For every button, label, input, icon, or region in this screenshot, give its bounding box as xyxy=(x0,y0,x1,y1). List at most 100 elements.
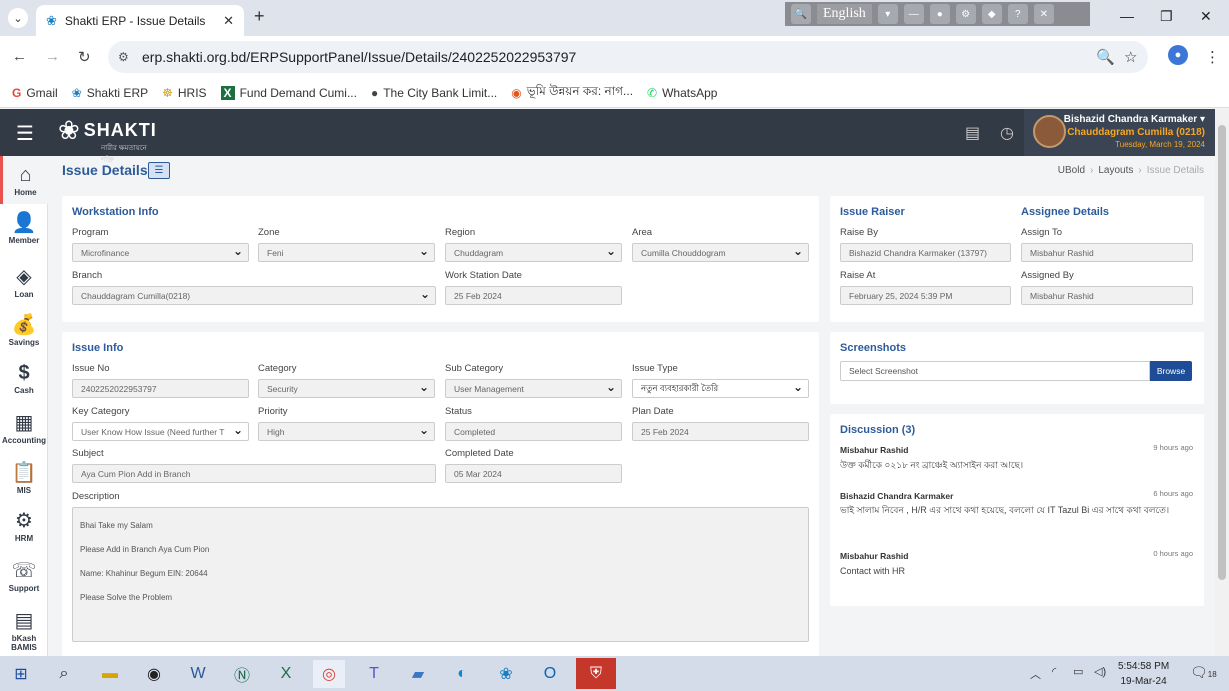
reload-icon[interactable]: ↻ xyxy=(78,48,91,66)
close-window-icon[interactable]: ✕ xyxy=(1200,8,1212,25)
help-icon[interactable]: ? xyxy=(1007,4,1028,24)
work-station-date-field[interactable]: 25 Feb 2024 xyxy=(445,286,622,305)
language-selector[interactable]: English xyxy=(817,4,872,24)
assign-to-field[interactable]: Misbahur Rashid xyxy=(1021,243,1193,262)
url-field[interactable]: ⚙ erp.shakti.org.bd/ERPSupportPanel/Issu… xyxy=(108,41,1148,73)
bookmark-hris[interactable]: ☸ HRIS xyxy=(162,86,206,100)
excel-taskbar-icon[interactable]: X xyxy=(270,660,302,688)
issue-no-field[interactable]: 2402252022953797 xyxy=(72,379,249,398)
shakti-taskbar-icon[interactable]: ❀ xyxy=(490,660,522,688)
notification-icon[interactable]: 🗨18 xyxy=(1190,664,1217,681)
file-explorer-icon[interactable]: ▬ xyxy=(94,660,126,688)
mouse-icon[interactable]: ● xyxy=(929,4,950,24)
branch-select[interactable]: Chauddagram Cumilla(0218) xyxy=(72,286,436,305)
chrome-icon[interactable]: ◎ xyxy=(313,660,345,688)
zoom-icon[interactable]: 🔍 xyxy=(791,4,811,24)
close-tab-icon[interactable]: ✕ xyxy=(223,13,234,29)
breadcrumb-separator: › xyxy=(1138,165,1142,176)
taskbar-clock[interactable]: 5:54:58 PM 19-Mar-24 xyxy=(1118,659,1169,689)
shield-app-icon[interactable]: ⛨ xyxy=(576,658,616,689)
sidebar-item-mis[interactable]: 📋 MIS xyxy=(0,454,48,502)
sidebar-item-savings[interactable]: 💰 Savings xyxy=(0,306,48,354)
sidebar-item-bkash[interactable]: ▤ bKash BAMIS xyxy=(0,606,48,656)
windows-start-icon[interactable]: ⊞ xyxy=(5,660,37,688)
tab-search-icon[interactable]: ⌄ xyxy=(8,8,28,28)
key-category-select[interactable]: User Know How Issue (Need further T xyxy=(72,422,249,441)
program-label: Program xyxy=(72,227,109,238)
list-toggle-button[interactable]: ☰ xyxy=(148,162,170,179)
program-select[interactable]: Microfinance xyxy=(72,243,249,262)
breadcrumb-ubold[interactable]: UBold xyxy=(1058,165,1085,176)
hamburger-menu-icon[interactable]: ☰ xyxy=(16,121,34,146)
bookmark-whatsapp[interactable]: ✆ WhatsApp xyxy=(647,86,717,100)
sidebar-item-hrm[interactable]: ⚙ HRM xyxy=(0,502,48,550)
site-info-icon[interactable]: ⚙ xyxy=(118,50,129,64)
menu-dots-icon[interactable]: ⋮ xyxy=(1205,48,1220,66)
tray-volume-icon[interactable]: ◁) xyxy=(1094,665,1106,678)
new-tab-icon[interactable]: + xyxy=(254,6,265,27)
bookmark-land-tax[interactable]: ◉ ভূমি উন্নয়ন কর: নাগ... xyxy=(511,83,633,103)
clipboard-icon[interactable]: ▤ xyxy=(965,123,980,143)
edge-icon[interactable]: ◐ xyxy=(446,660,478,688)
shield-icon[interactable]: ◆ xyxy=(981,4,1002,24)
branch-label: Branch xyxy=(72,270,103,281)
close-toolbar-icon[interactable]: ✕ xyxy=(1033,4,1054,24)
dropdown-icon[interactable]: ▾ xyxy=(877,4,898,24)
maximize-icon[interactable]: ❐ xyxy=(1160,8,1173,25)
n-app-icon[interactable]: Ⓝ xyxy=(226,660,258,688)
user-menu[interactable]: Bishazid Chandra Karmaker ▾ Chauddagram … xyxy=(1024,109,1215,156)
teams-icon[interactable]: T xyxy=(358,660,390,688)
word-icon[interactable]: W xyxy=(182,660,214,688)
search-icon[interactable]: ⌕ xyxy=(48,660,80,688)
zone-select[interactable]: Feni xyxy=(258,243,435,262)
screenshot-file-input[interactable]: Select Screenshot xyxy=(840,361,1150,381)
breadcrumb-layouts[interactable]: Layouts xyxy=(1098,165,1133,176)
tray-battery-icon[interactable]: ▭ xyxy=(1073,665,1083,678)
bookmark-shakti-erp[interactable]: ❀ Shakti ERP xyxy=(72,86,148,100)
bookmark-fund-demand[interactable]: X Fund Demand Cumi... xyxy=(220,85,357,100)
priority-select[interactable]: High xyxy=(258,422,435,441)
sidebar-item-member[interactable]: 👤 Member xyxy=(0,204,48,252)
scrollbar-thumb[interactable] xyxy=(1218,125,1226,580)
outlook-icon[interactable]: O xyxy=(534,660,566,688)
sidebar-item-support[interactable]: ☏ Support xyxy=(0,552,48,600)
category-select[interactable]: Security xyxy=(258,379,435,398)
completed-date-field[interactable]: 05 Mar 2024 xyxy=(445,464,622,483)
profile-icon[interactable]: ● xyxy=(1168,45,1188,65)
bookmark-star-icon[interactable]: ☆ xyxy=(1124,48,1137,66)
settings-icon[interactable]: ⚙ xyxy=(955,4,976,24)
app-icon[interactable]: ◉ xyxy=(138,660,170,688)
zoom-lens-icon[interactable]: 🔍 xyxy=(1096,48,1115,66)
sidebar-item-loan[interactable]: ◈ Loan xyxy=(0,258,48,306)
back-icon[interactable]: ← xyxy=(12,48,27,65)
raise-by-field[interactable]: Bishazid Chandra Karmaker (13797) xyxy=(840,243,1011,262)
status-field[interactable]: Completed xyxy=(445,422,622,441)
browser-tab[interactable]: ❀ Shakti ERP - Issue Details ✕ xyxy=(36,5,244,36)
region-select[interactable]: Chuddagram xyxy=(445,243,622,262)
description-textarea[interactable]: Bhai Take my Salam Please Add in Branch … xyxy=(72,507,809,642)
bookmark-city-bank[interactable]: ● The City Bank Limit... xyxy=(371,86,497,100)
assigned-by-field[interactable]: Misbahur Rashid xyxy=(1021,286,1193,305)
issue-type-select[interactable]: নতুন ব্যবহারকারী তৈরি xyxy=(632,379,809,398)
sub-category-select[interactable]: User Management xyxy=(445,379,622,398)
raise-at-field[interactable]: February 25, 2024 5:39 PM xyxy=(840,286,1011,305)
sidebar-item-accounting[interactable]: ▦ Accounting xyxy=(0,404,48,452)
workstation-info-title: Workstation Info xyxy=(72,206,159,218)
browse-button[interactable]: Browse xyxy=(1150,361,1192,381)
bookmark-gmail[interactable]: G Gmail xyxy=(12,86,58,100)
shakti-logo[interactable]: ❀ SHAKTI নারীর ক্ষমতায়নে শক্তি xyxy=(58,115,157,164)
minus-icon[interactable]: — xyxy=(903,4,924,24)
tray-chevron-icon[interactable]: ︿ xyxy=(1030,666,1041,682)
clock-icon[interactable]: ◷ xyxy=(1000,123,1014,143)
page-scrollbar[interactable] xyxy=(1215,109,1229,656)
sidebar-item-home[interactable]: ⌂ Home xyxy=(0,156,48,204)
area-select[interactable]: Cumilla Chouddogram xyxy=(632,243,809,262)
minimize-icon[interactable]: — xyxy=(1120,8,1134,24)
plan-date-field[interactable]: 25 Feb 2024 xyxy=(632,422,809,441)
notification-count: 18 xyxy=(1207,670,1217,679)
subject-field[interactable]: Aya Cum Pion Add in Branch xyxy=(72,464,436,483)
tray-network-icon[interactable]: ◜ xyxy=(1052,665,1056,678)
forward-icon[interactable]: → xyxy=(45,48,60,65)
app-window-icon[interactable]: ▰ xyxy=(402,660,434,688)
sidebar-item-cash[interactable]: $ Cash xyxy=(0,354,48,402)
